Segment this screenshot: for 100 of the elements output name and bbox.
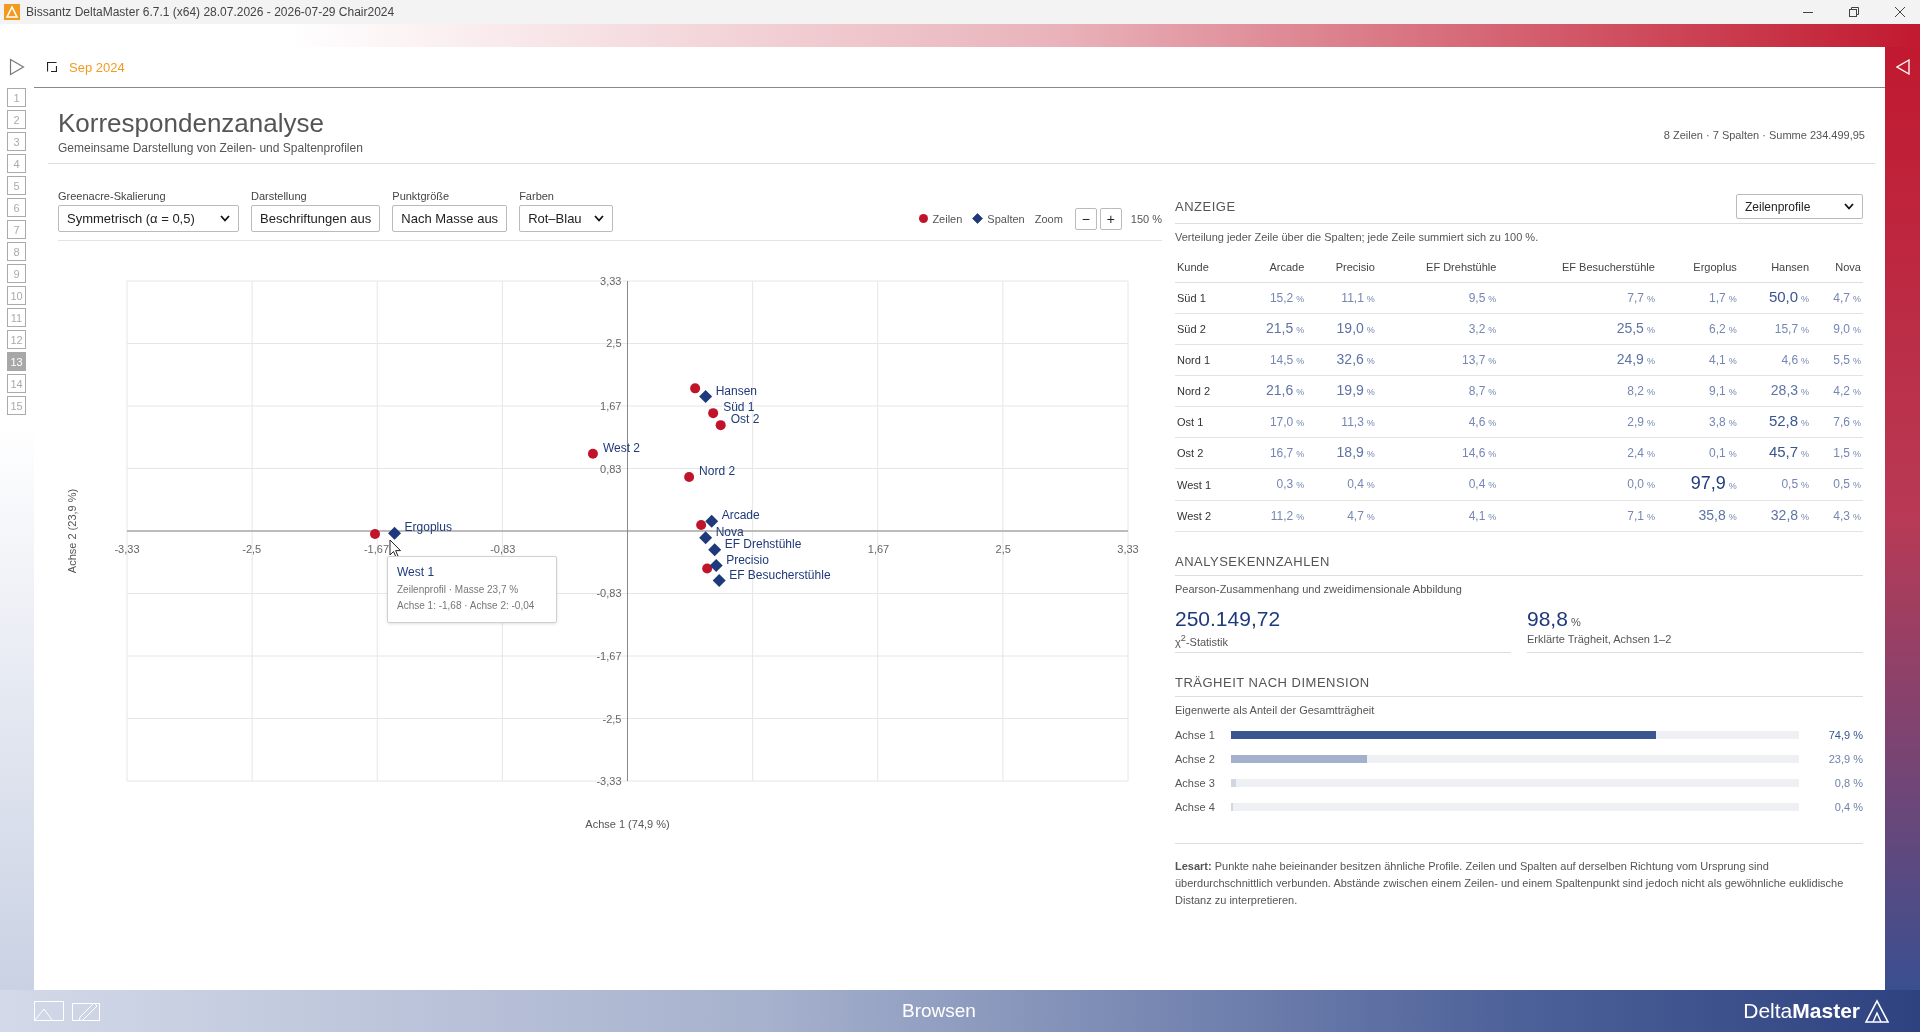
point-label: Ergoplus xyxy=(404,520,452,535)
collapse-triangle-icon[interactable] xyxy=(1895,59,1910,75)
x-axis-title: Achse 1 (74,9 %) xyxy=(585,818,670,830)
table-cell: 0,3 % xyxy=(1276,478,1305,490)
table-cell: 17,0 % xyxy=(1269,415,1305,428)
point-label: Nova xyxy=(715,524,744,539)
row-label: Nord 1 xyxy=(1175,344,1238,376)
point-label: West 2 xyxy=(602,440,641,455)
column-point[interactable] xyxy=(709,559,723,573)
y-tick-label: -1,67 xyxy=(596,650,622,663)
metric-value: 98,8% xyxy=(1527,607,1582,631)
table-cell: 3,8 % xyxy=(1709,415,1737,428)
zoom-in-button[interactable]: + xyxy=(1099,208,1122,230)
page-number-tab[interactable]: 3 xyxy=(7,132,26,151)
table-cell: 32,6 % xyxy=(1336,354,1375,366)
table-cell: 6,2 % xyxy=(1709,322,1737,335)
legend-label: Spalten xyxy=(987,212,1025,225)
point-label: Süd 1 xyxy=(723,400,755,415)
x-tick-label: -1,67 xyxy=(363,543,390,555)
page-number-tab[interactable]: 9 xyxy=(7,264,26,283)
page-number-tab[interactable]: 4 xyxy=(7,154,26,173)
page-number-tab[interactable]: 2 xyxy=(7,110,26,129)
page-number-tab[interactable]: 12 xyxy=(7,330,26,349)
close-icon[interactable] xyxy=(1894,6,1906,18)
page-number-tab[interactable]: 7 xyxy=(7,220,26,239)
toggle-button[interactable]: Nach Masse aus xyxy=(392,205,508,232)
report-subtitle: Gemeinsame Darstellung von Zeilen- und Spaltenprofilen xyxy=(58,141,364,155)
table-cell: 4,1 % xyxy=(1709,353,1737,366)
column-point[interactable] xyxy=(712,574,726,588)
row-point[interactable] xyxy=(715,420,726,431)
column-header: Hansen xyxy=(1738,253,1812,283)
restore-icon[interactable] xyxy=(1848,6,1860,18)
column-point[interactable] xyxy=(699,390,713,404)
section-heading: ANALYSEKENNZAHLEN xyxy=(1175,554,1330,569)
column-point[interactable] xyxy=(388,526,402,540)
table-cell: 1,5 % xyxy=(1833,446,1861,459)
point-label: EF Drehstühle xyxy=(724,536,802,551)
row-point[interactable] xyxy=(702,563,713,574)
y-tick-label: -0,83 xyxy=(596,587,622,600)
dropdown[interactable]: Symmetrisch (α = 0,5) xyxy=(58,205,239,232)
table-cell: 19,0 % xyxy=(1336,323,1375,335)
column-header: Ergoplus xyxy=(1656,253,1739,283)
row-point[interactable] xyxy=(370,529,380,539)
point-label: EF Besucherstühle xyxy=(729,567,831,582)
table-cell: 0,5 % xyxy=(1781,478,1810,490)
table-cell: 50,0 % xyxy=(1768,292,1810,304)
page-number-tab[interactable]: 14 xyxy=(7,374,26,393)
table-cell: 14,6 % xyxy=(1462,446,1497,459)
table-cell: 32,8 % xyxy=(1770,510,1810,522)
period-link[interactable]: Sep 2024 xyxy=(69,59,125,75)
table-cell: 3,2 % xyxy=(1468,322,1497,335)
x-tick-label: 3,33 xyxy=(1117,543,1139,555)
chevron-down-icon xyxy=(1844,203,1854,210)
page-number-tab[interactable]: 13 xyxy=(7,352,26,371)
reading-note: Lesart: Punkte nahe beieinander besitzen ähnliche Profile. Zeilen und Spalten auf derselben Richtung vom Ursprung sind überdurchschnittlich verbunden. Abstände zwischen einem Zeilen- und einem Spaltenpunkt sind jedoch nicht als gewöhnliche euklidische Distanz zu interpretieren. xyxy=(1175,858,1845,908)
page-number-tab[interactable]: 6 xyxy=(7,198,26,217)
table-cell: 16,7 % xyxy=(1269,446,1305,459)
zoom-value: 150 % xyxy=(1130,211,1162,227)
table-cell: 13,7 % xyxy=(1462,353,1497,366)
point-label: Ost 2 xyxy=(730,412,760,427)
page-number-tab[interactable]: 5 xyxy=(7,176,26,195)
table-cell: 7,1 % xyxy=(1627,509,1655,522)
dropdown[interactable]: Zeilenprofile xyxy=(1736,194,1863,219)
x-tick-label: 2,5 xyxy=(995,543,1011,555)
toggle-button[interactable]: Beschriftungen aus xyxy=(251,205,381,232)
row-point[interactable] xyxy=(696,520,707,530)
table-cell: 19,9 % xyxy=(1336,385,1375,397)
page-number-tab[interactable]: 15 xyxy=(7,396,26,415)
bar-label: Achse 2 xyxy=(1175,753,1216,766)
page-number-tab[interactable]: 1 xyxy=(7,88,26,107)
column-point[interactable] xyxy=(699,531,713,545)
table-cell: 7,7 % xyxy=(1627,291,1655,304)
page-number-tab[interactable]: 8 xyxy=(7,242,26,261)
window-title: Bissantz DeltaMaster 6.7.1 (x64) 28.07.2026 - 2026-07-29 Chair2024 xyxy=(26,5,396,19)
chevron-down-icon xyxy=(593,215,604,222)
y-tick-label: 1,67 xyxy=(600,399,622,412)
table-cell: 9,1 % xyxy=(1709,384,1737,397)
column-header: Arcade xyxy=(1237,253,1307,283)
play-icon[interactable] xyxy=(9,58,25,76)
page-number-tab[interactable]: 11 xyxy=(7,308,26,327)
table-cell: 15,7 % xyxy=(1774,322,1810,335)
column-point[interactable] xyxy=(705,514,719,528)
column-point[interactable] xyxy=(708,543,722,557)
row-label: West 2 xyxy=(1175,500,1238,532)
table-cell: 4,1 % xyxy=(1468,509,1497,522)
row-point[interactable] xyxy=(587,448,598,459)
table-cell: 52,8 % xyxy=(1768,416,1810,428)
row-point[interactable] xyxy=(690,383,701,394)
control-label: Farben xyxy=(519,190,555,202)
chevron-down-icon xyxy=(220,215,230,222)
section-description: Verteilung jeder Zeile über die Spalten; jede Zeile summiert sich zu 100 %. xyxy=(1175,230,1540,245)
corner-frame-icon[interactable] xyxy=(47,62,57,72)
x-tick-label: -0,83 xyxy=(490,543,516,555)
page-number-tab[interactable]: 10 xyxy=(7,286,26,305)
zoom-out-button[interactable]: − xyxy=(1074,208,1097,230)
row-point[interactable] xyxy=(708,408,719,419)
row-point[interactable] xyxy=(684,471,695,482)
table-cell: 0,4 % xyxy=(1347,478,1375,490)
row-label: Süd 1 xyxy=(1175,282,1238,314)
dropdown[interactable]: Rot–Blau xyxy=(519,205,613,232)
